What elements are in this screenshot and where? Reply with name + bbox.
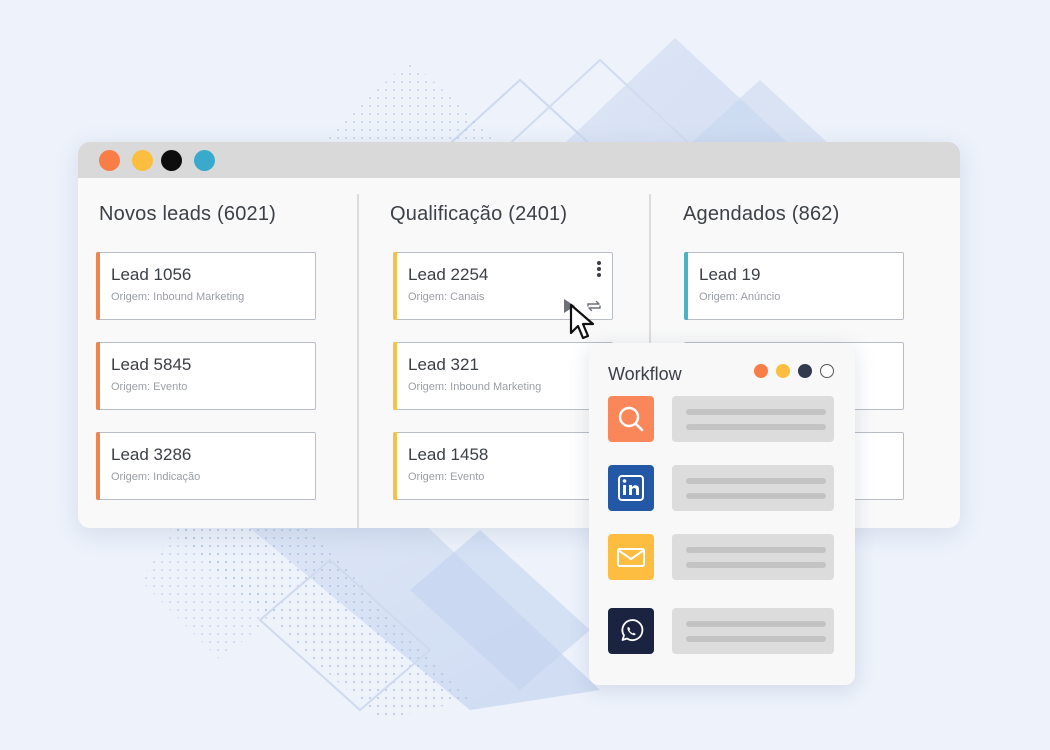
close-window-button[interactable]	[99, 150, 120, 171]
window-titlebar	[78, 142, 960, 178]
card-accent	[393, 252, 397, 320]
workflow-status-dot	[754, 364, 768, 378]
lead-title: Lead 1056	[111, 265, 192, 284]
card-accent	[393, 342, 397, 410]
workflow-panel: Workflow	[589, 343, 855, 685]
lead-card[interactable]: Lead 321 Origem: Inbound Marketing	[393, 342, 613, 410]
column-divider	[357, 194, 359, 528]
minimize-window-button[interactable]	[132, 150, 153, 171]
lead-origin: Origem: Indicação	[111, 471, 201, 483]
lead-origin: Origem: Inbound Marketing	[111, 291, 245, 303]
card-accent	[96, 342, 100, 410]
card-accent	[684, 252, 688, 320]
mouse-cursor-icon	[569, 303, 595, 340]
lead-title: Lead 321	[408, 355, 479, 374]
card-accent	[393, 432, 397, 500]
lead-title: Lead 5845	[111, 355, 192, 374]
mail-icon[interactable]	[608, 534, 654, 580]
more-options-icon[interactable]	[594, 261, 604, 279]
lead-origin: Origem: Canais	[408, 291, 485, 303]
lead-origin: Origem: Evento	[408, 471, 485, 483]
column-title-agendados: Agendados (862)	[683, 203, 840, 225]
workflow-status-dot	[798, 364, 812, 378]
lead-card[interactable]: Lead 1056 Origem: Inbound Marketing	[96, 252, 316, 320]
column-title-novos-leads: Novos leads (6021)	[99, 203, 277, 225]
workflow-step-placeholder	[672, 396, 834, 442]
window-control-button[interactable]	[161, 150, 182, 171]
card-accent	[96, 252, 100, 320]
workflow-step-placeholder	[672, 608, 834, 654]
whatsapp-icon[interactable]	[608, 608, 654, 654]
maximize-window-button[interactable]	[194, 150, 215, 171]
workflow-title: Workflow	[608, 364, 682, 384]
column-title-qualificacao: Qualificação (2401)	[390, 203, 568, 225]
lead-origin: Origem: Evento	[111, 381, 188, 393]
linkedin-icon[interactable]	[608, 465, 654, 511]
card-accent	[96, 432, 100, 500]
lead-title: Lead 3286	[111, 445, 192, 464]
lead-card[interactable]: Lead 3286 Origem: Indicação	[96, 432, 316, 500]
workflow-status-dot	[820, 364, 834, 378]
lead-origin: Origem: Inbound Marketing	[408, 381, 542, 393]
lead-title: Lead 1458	[408, 445, 489, 464]
lead-card[interactable]: Lead 5845 Origem: Evento	[96, 342, 316, 410]
lead-title: Lead 2254	[408, 265, 489, 284]
search-icon[interactable]	[608, 396, 654, 442]
workflow-status-dot	[776, 364, 790, 378]
workflow-step-placeholder	[672, 465, 834, 511]
lead-title: Lead 19	[699, 265, 761, 284]
lead-card[interactable]: Lead 19 Origem: Anúncio	[684, 252, 904, 320]
lead-card[interactable]: Lead 1458 Origem: Evento	[393, 432, 613, 500]
lead-origin: Origem: Anúncio	[699, 291, 781, 303]
workflow-step-placeholder	[672, 534, 834, 580]
